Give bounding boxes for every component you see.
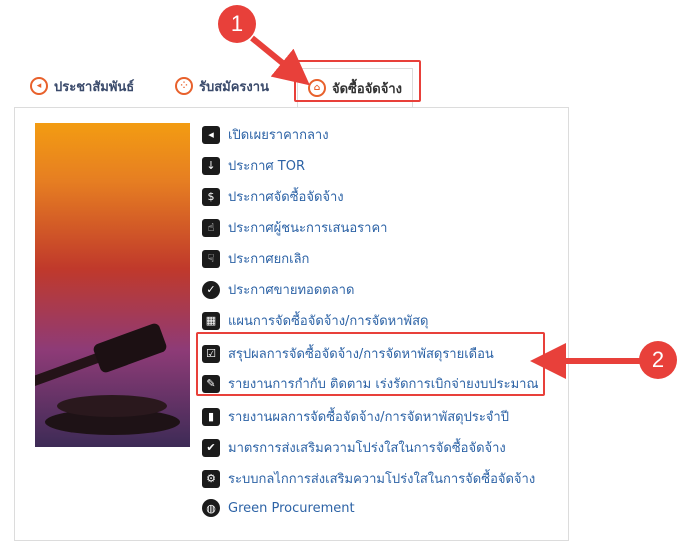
annotation-badge-1: 1	[218, 5, 256, 43]
annotation-arrows	[250, 35, 640, 379]
arrow-1	[250, 35, 310, 86]
annotation-badge-2: 2	[639, 341, 677, 379]
